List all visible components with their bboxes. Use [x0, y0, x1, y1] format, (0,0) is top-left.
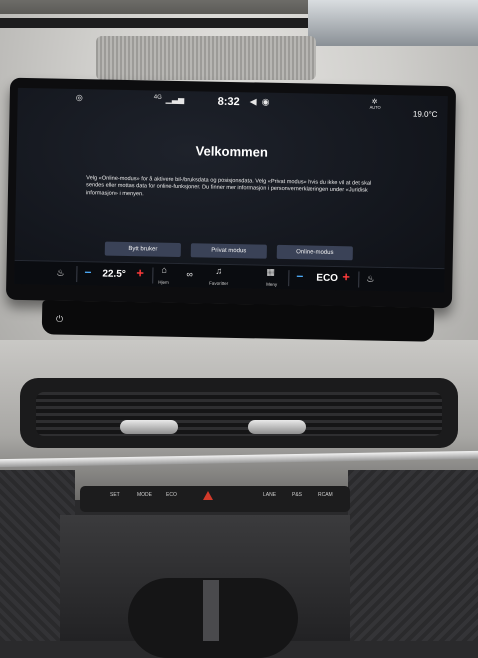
fan-icon[interactable]: ∞ [186, 269, 193, 279]
switch-user-button[interactable]: Bytt bruker [104, 241, 181, 258]
favorites-label[interactable]: Favoritter [209, 281, 228, 286]
location-icon: ◎ [75, 93, 83, 103]
power-icon[interactable]: ⏻ [56, 314, 66, 324]
seat-heat-right-icon[interactable]: ♨ [366, 274, 374, 285]
defrost-vent [96, 36, 316, 80]
air-vent-slats [36, 392, 442, 436]
cupholder-divider [203, 580, 219, 641]
divider [76, 266, 78, 283]
hw-button-ps[interactable]: P&S [292, 492, 302, 502]
signal-label: 4G [153, 94, 162, 101]
seat-right [348, 470, 478, 641]
divider [152, 267, 154, 284]
hazard-icon[interactable] [203, 491, 213, 500]
vent-knob-right[interactable] [248, 420, 306, 434]
temp-right-value: ECO [316, 272, 339, 285]
hardware-button-row [80, 486, 350, 512]
temp-left-value: 22.5° [102, 268, 126, 280]
welcome-text: Velg «Online-modus» for å aktivere bil-/… [85, 175, 372, 198]
page-title: Velkommen [195, 143, 269, 160]
home-icon[interactable]: ⌂ [161, 265, 167, 275]
temp-right-plus-button[interactable]: + [342, 269, 350, 284]
temp-right-minus-button[interactable]: − [296, 269, 303, 283]
hw-button-mode[interactable]: MODE [137, 492, 152, 502]
menu-grid-icon[interactable]: ▦ [266, 267, 275, 278]
speaker-icon[interactable]: ◀ [250, 96, 257, 107]
home-label[interactable]: Hjem [158, 280, 169, 285]
hw-button-eco[interactable]: ECO [166, 492, 177, 502]
temp-left-plus-button[interactable]: + [136, 265, 144, 280]
seat-heat-left-icon[interactable]: ♨ [56, 268, 64, 279]
divider [358, 271, 360, 288]
infotainment-screen: ◎ 4G ▁▃▅ 8:32 ◀ ◉ AUTO ✲ 19.0°C Velkomme… [14, 87, 448, 293]
music-icon[interactable]: ♫ [215, 266, 222, 276]
hw-button-set[interactable]: SET [110, 492, 120, 502]
temp-left-minus-button[interactable]: − [84, 265, 91, 279]
private-mode-button[interactable]: Privat modus [190, 243, 267, 259]
vent-knob-left[interactable] [120, 420, 178, 434]
online-mode-button[interactable]: Online-modus [276, 244, 353, 261]
outside-temperature: 19.0°C [412, 109, 438, 119]
clock: 8:32 [217, 95, 240, 109]
menu-label[interactable]: Meny [266, 282, 277, 287]
climate-auto-icon: ✲ [371, 98, 378, 106]
hw-button-rcam[interactable]: RCAM [318, 492, 333, 502]
window-view [308, 0, 478, 46]
hw-button-lane[interactable]: LANE [263, 492, 276, 502]
signal-icon: ▁▃▅ [165, 94, 185, 105]
divider [288, 270, 290, 287]
navigation-icon[interactable]: ◉ [262, 97, 270, 108]
